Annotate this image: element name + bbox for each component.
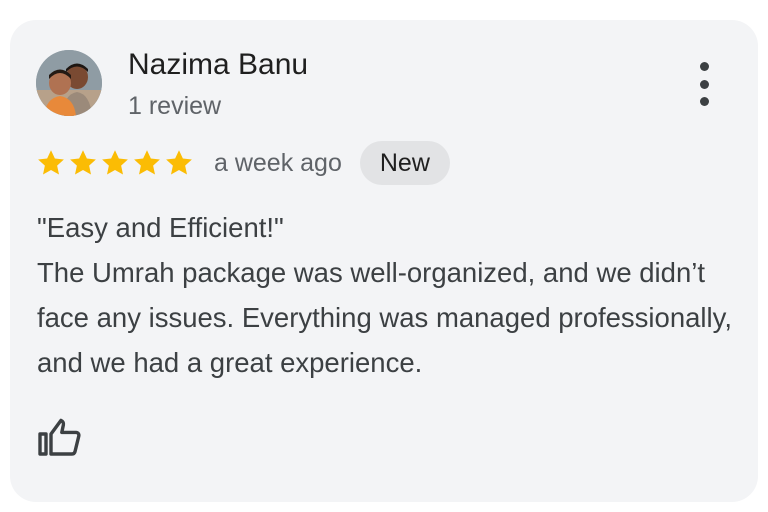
author-name[interactable]: Nazima Banu: [128, 48, 308, 82]
avatar[interactable]: [36, 50, 102, 116]
review-text: "Easy and Efficient!" The Umrah package …: [37, 205, 737, 385]
more-vert-icon: [699, 62, 709, 71]
star-icon: [38, 150, 64, 175]
review-time: a week ago: [214, 148, 342, 177]
star-icon: [70, 150, 96, 175]
new-badge: New: [359, 141, 450, 185]
review-body: The Umrah package was well-organized, an…: [37, 257, 732, 378]
review-title: "Easy and Efficient!": [37, 212, 284, 243]
star-rating: [36, 148, 194, 178]
review-count: 1 review: [128, 92, 222, 120]
rating-row: a week ago New: [36, 140, 450, 186]
more-vert-icon-dot: [699, 97, 709, 106]
star-icon: [134, 150, 160, 175]
star-icon: [166, 150, 192, 175]
more-vert-icon-dot: [699, 79, 709, 89]
review-card: Nazima Banu 1 review a week ago New "Eas…: [10, 20, 758, 502]
star-icon: [102, 150, 128, 175]
avatar-photo: [36, 50, 102, 116]
more-options-button[interactable]: [688, 62, 720, 106]
thumbs-up-icon: [38, 418, 81, 456]
like-button[interactable]: [36, 414, 84, 462]
